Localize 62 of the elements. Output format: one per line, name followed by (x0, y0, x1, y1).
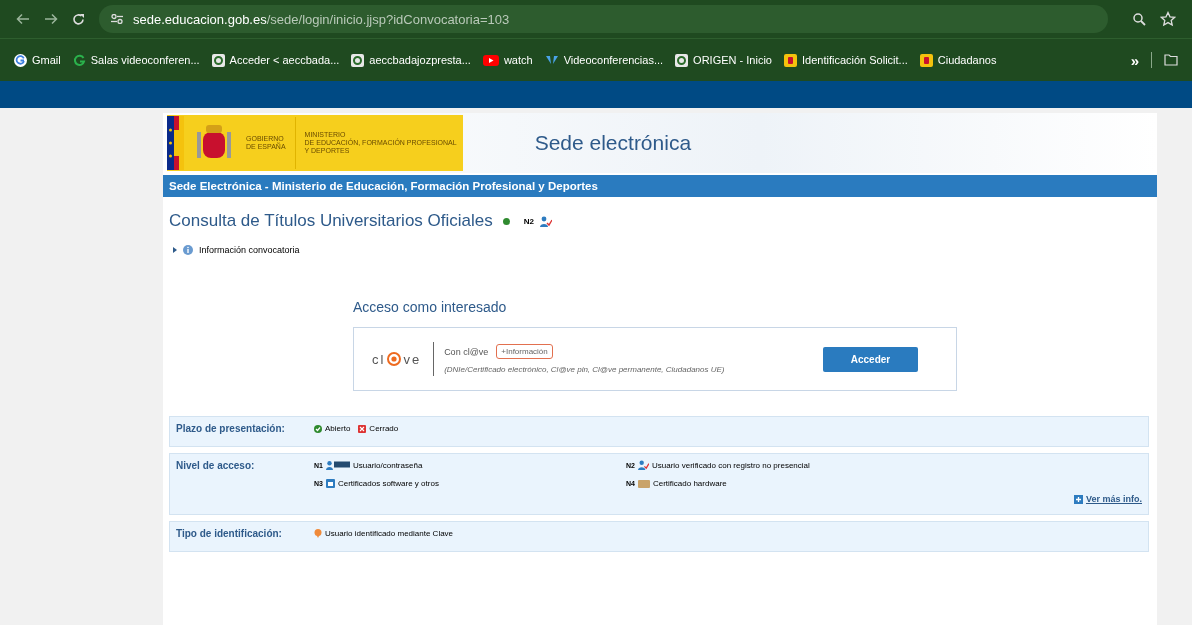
user-key-icon (325, 460, 350, 470)
pin-icon (314, 529, 322, 538)
site-settings-icon (111, 14, 123, 24)
information-link[interactable]: Información convocatoria (199, 245, 300, 255)
expand-icon (173, 247, 177, 253)
level-text: Certificados software y otros (337, 479, 439, 488)
bookmark-item[interactable]: ORIGEN - Inicio (675, 53, 772, 67)
wings-logo-icon (544, 54, 559, 66)
address-bar[interactable]: sede.educacion.gob.es/sede/login/inicio.jjsp?idConvocatoria=103 (99, 5, 1108, 33)
method-label: Con cl@ve (444, 346, 489, 357)
zoom-icon (1132, 12, 1146, 26)
user-check-icon (540, 215, 552, 227)
bookmark-item[interactable]: Salas videoconferen... (72, 53, 200, 67)
more-bookmarks-button[interactable]: » (1130, 51, 1139, 69)
legend-label: Tipo de identificación: (176, 528, 283, 539)
g-letter-icon (14, 53, 27, 67)
level-text: Usuario/contraseña (352, 460, 423, 470)
logo-text: ve (403, 351, 422, 367)
level-text: Usuario verificado con registro no presencial (651, 460, 810, 470)
play-icon (482, 54, 499, 66)
bookmark-item[interactable]: watch (482, 54, 533, 66)
logo-text: cl (372, 351, 386, 367)
card-icon (637, 479, 650, 488)
legend-text: Abierto (325, 424, 351, 433)
access-heading: Acceso como interesado (353, 299, 508, 315)
info-icon (183, 245, 193, 255)
bookmark-item[interactable]: Identificación Solicit... (783, 53, 908, 67)
legend-text: Usuario identificado mediante Clave (325, 529, 454, 538)
crest-icon (783, 53, 797, 67)
bookmark-item[interactable]: Videoconferencias... (544, 54, 664, 66)
ring-icon (72, 53, 86, 67)
bookmark-item[interactable]: Ciudadanos (919, 53, 997, 67)
breadcrumb: Sede Electrónica - Ministerio de Educación, Formación Profesional y Deportes (169, 180, 598, 192)
reload-icon[interactable] (72, 12, 85, 26)
back-icon[interactable] (16, 13, 30, 25)
legend-label: Nivel de acceso: (176, 460, 256, 471)
folder-icon (1164, 54, 1178, 66)
site-title: Sede electrónica (534, 131, 692, 155)
legend-text: Cerrado (369, 424, 399, 433)
square-logo-icon (351, 53, 365, 67)
page-title: Consulta de Títulos Universitarios Oficiales (169, 211, 493, 231)
level-text: Certificado hardware (652, 479, 727, 488)
user-check-icon (637, 460, 649, 470)
square-logo-icon (211, 53, 225, 67)
check-icon (314, 424, 322, 433)
cross-icon (358, 424, 367, 433)
certificate-icon (325, 479, 335, 488)
bookmark-item[interactable]: Acceder < aeccbada... (211, 53, 340, 67)
method-description: (DNIe/Certificado electrónico, Cl@ve pin, Cl@ve permanente, Ciudadanos UE) (444, 365, 726, 374)
target-icon (387, 352, 402, 366)
information-button[interactable]: +Información (496, 344, 553, 359)
plus-icon (1073, 494, 1083, 504)
star-icon (1160, 11, 1176, 27)
forward-icon[interactable] (44, 13, 58, 25)
more-info-link[interactable]: Ver más info. (1073, 494, 1142, 504)
square-logo-icon (675, 53, 689, 67)
level-label: N2 (523, 216, 534, 226)
bookmark-item[interactable]: aeccbadajozpresta... (351, 53, 471, 67)
crest-icon (919, 53, 933, 67)
access-button[interactable]: Acceder (823, 346, 918, 372)
bookmark-item[interactable]: Gmail (14, 53, 61, 67)
legend-label: Plazo de presentación: (176, 423, 286, 434)
